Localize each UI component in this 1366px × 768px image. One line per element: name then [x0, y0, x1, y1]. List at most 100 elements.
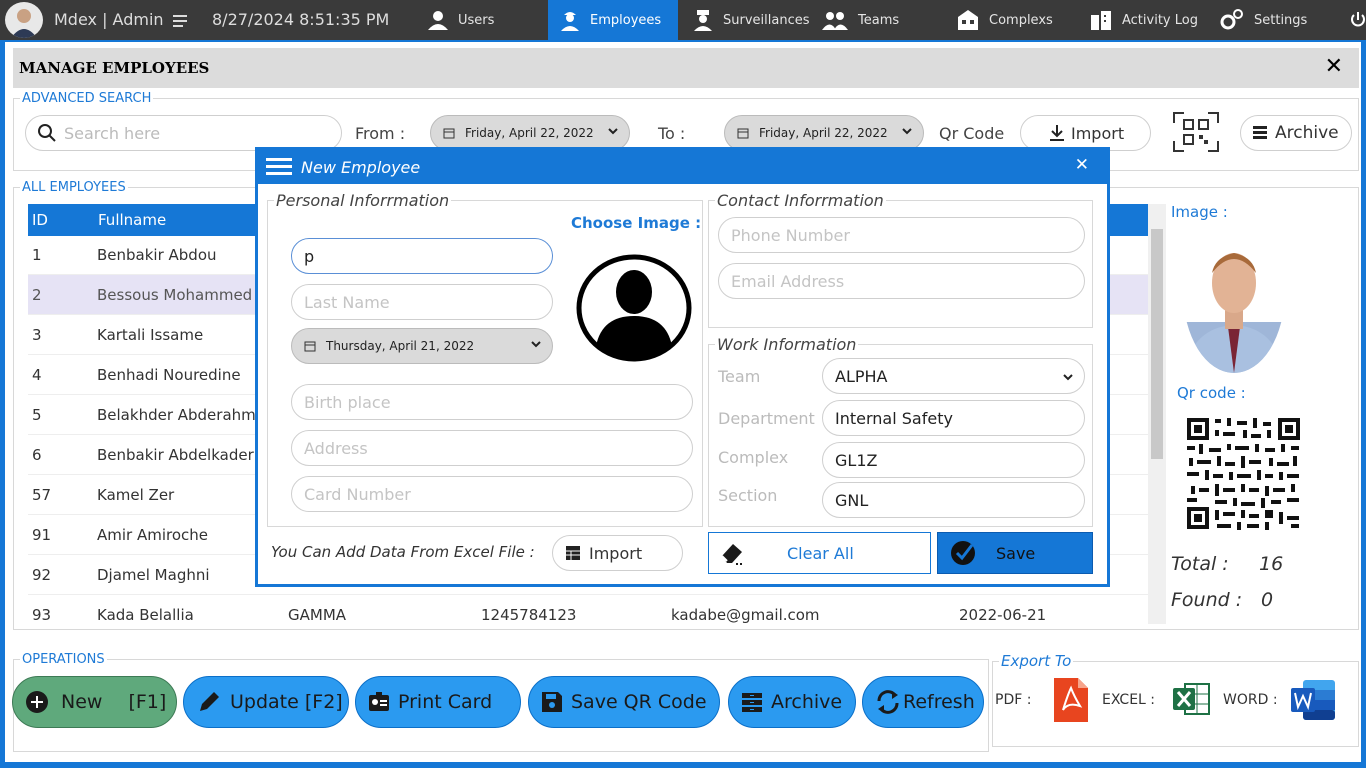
cell-name: Benhadi Nouredine: [97, 366, 241, 384]
import-excel-label: Import: [589, 543, 643, 563]
archive-search-button[interactable]: Archive: [1240, 115, 1352, 151]
from-date-value: Friday, April 22, 2022: [465, 126, 594, 140]
update-button[interactable]: Update [F2]: [183, 676, 349, 728]
new-button[interactable]: New [F1]: [12, 676, 177, 728]
nav-label: Complexs: [989, 12, 1053, 28]
last-name-placeholder: Last Name: [304, 292, 390, 312]
refresh-button[interactable]: Refresh: [862, 676, 984, 728]
cell-name: Benbakir Abdelkader: [97, 446, 254, 464]
employee-icon: [561, 12, 579, 31]
nav-surveillances[interactable]: Surveillances: [693, 0, 813, 40]
scrollbar-thumb[interactable]: [1151, 229, 1163, 459]
admin-avatar[interactable]: [5, 2, 43, 38]
dialog-title: New Employee: [301, 158, 421, 177]
city-icon: [1091, 11, 1111, 30]
birth-date-picker[interactable]: Thursday, April 21, 2022: [291, 328, 553, 364]
header-id[interactable]: ID: [32, 211, 48, 229]
calendar-icon: [443, 128, 455, 139]
check-circle-icon: [951, 541, 975, 565]
table-scrollbar[interactable]: [1148, 204, 1166, 624]
cell-team: GAMMA: [288, 606, 347, 624]
import-button[interactable]: Import: [1020, 115, 1151, 151]
dialog-close-icon[interactable]: ✕: [1075, 155, 1089, 175]
import-excel-button[interactable]: Import: [552, 535, 683, 571]
menu-icon[interactable]: [173, 13, 189, 32]
phone-input[interactable]: Phone Number: [718, 217, 1085, 253]
nav-label: Activity Log: [1122, 12, 1198, 28]
card-number-input[interactable]: Card Number: [291, 476, 693, 512]
cell-name: Kartali Issame: [97, 326, 204, 344]
last-name-input[interactable]: Last Name: [291, 284, 553, 320]
cell-id: 5: [32, 406, 42, 424]
print-card-button[interactable]: Print Card: [355, 676, 521, 728]
avatar-placeholder-icon[interactable]: [576, 254, 692, 366]
import-label: Import: [1071, 123, 1125, 143]
nav-users[interactable]: Users: [428, 0, 538, 40]
all-employees-legend: ALL EMPLOYEES: [22, 180, 126, 195]
personal-info-legend: Personal Inforrmation: [276, 191, 450, 210]
cell-phone: 1245784123: [481, 606, 577, 624]
cell-id: 3: [32, 326, 42, 344]
email-input[interactable]: Email Address: [718, 263, 1085, 299]
word-icon[interactable]: [1291, 680, 1337, 724]
nav-settings[interactable]: Settings: [1220, 0, 1335, 40]
close-icon[interactable]: ✕: [1325, 54, 1343, 79]
team-label: Team: [718, 367, 761, 386]
id-card-icon: [369, 692, 389, 711]
choose-image-label[interactable]: Choose Image :: [571, 214, 701, 232]
print-card-label: Print Card: [398, 691, 493, 713]
word-label: WORD :: [1223, 692, 1278, 708]
from-date-picker[interactable]: Friday, April 22, 2022: [430, 115, 630, 151]
nav-activity-log[interactable]: Activity Log: [1090, 0, 1210, 40]
nav-complexs[interactable]: Complexs: [957, 0, 1067, 40]
to-date-picker[interactable]: Friday, April 22, 2022: [724, 115, 924, 151]
search-icon: [38, 124, 56, 142]
archive-button[interactable]: Archive: [728, 676, 856, 728]
complex-value: GL1Z: [835, 450, 878, 470]
first-name-value: p: [304, 246, 315, 266]
excel-icon[interactable]: [1173, 682, 1211, 720]
birth-place-input[interactable]: Birth place: [291, 384, 693, 420]
department-input[interactable]: Internal Safety: [822, 400, 1085, 436]
calendar-icon: [304, 341, 316, 352]
complex-input[interactable]: GL1Z: [822, 442, 1085, 478]
dialog-header: New Employee ✕: [258, 150, 1107, 184]
calendar-icon: [737, 128, 749, 139]
cell-name: Belakhder Abderahm: [97, 406, 256, 424]
cell-date: 2022-06-21: [959, 606, 1047, 624]
search-input[interactable]: Search here: [25, 115, 342, 151]
section-value: GNL: [835, 490, 869, 510]
clear-all-button[interactable]: Clear All: [708, 532, 931, 574]
cell-name: Amir Amiroche: [97, 526, 209, 544]
pdf-icon[interactable]: [1054, 678, 1088, 726]
hamburger-icon[interactable]: [266, 158, 292, 180]
cell-name: Bessous Mohammed: [97, 286, 253, 304]
to-date-value: Friday, April 22, 2022: [759, 126, 888, 140]
power-icon[interactable]: [1350, 11, 1366, 33]
cell-email: kadabe@gmail.com: [671, 606, 820, 624]
cell-name: Djamel Maghni: [97, 566, 210, 584]
header-fullname[interactable]: Fullname: [98, 211, 166, 229]
save-qr-button[interactable]: Save QR Code: [528, 676, 720, 728]
archive-icon: [742, 693, 762, 712]
contact-info-legend: Contact Inforrmation: [717, 191, 884, 210]
pdf-label: PDF :: [995, 692, 1032, 708]
new-label: New: [61, 691, 103, 713]
qr-scan-icon[interactable]: [1172, 111, 1220, 157]
nav-teams[interactable]: Teams: [822, 0, 932, 40]
title-bar: MANAGE EMPLOYEES ✕: [13, 48, 1359, 88]
save-button[interactable]: Save: [937, 532, 1093, 574]
department-value: Internal Safety: [835, 408, 953, 428]
cell-id: 1: [32, 246, 42, 264]
section-input[interactable]: GNL: [822, 482, 1085, 518]
table-row[interactable]: 93 Kada Belallia GAMMA 1245784123 kadabe…: [28, 595, 1148, 635]
email-placeholder: Email Address: [731, 271, 845, 291]
update-label: Update [F2]: [230, 691, 343, 713]
first-name-input[interactable]: p: [291, 238, 553, 274]
new-shortcut: [F1]: [128, 691, 167, 713]
address-input[interactable]: Address: [291, 430, 693, 466]
nav-employees[interactable]: Employees: [548, 0, 678, 40]
cell-id: 91: [32, 526, 52, 544]
team-select[interactable]: ALPHA: [822, 358, 1085, 394]
found-value: 0: [1261, 589, 1274, 611]
